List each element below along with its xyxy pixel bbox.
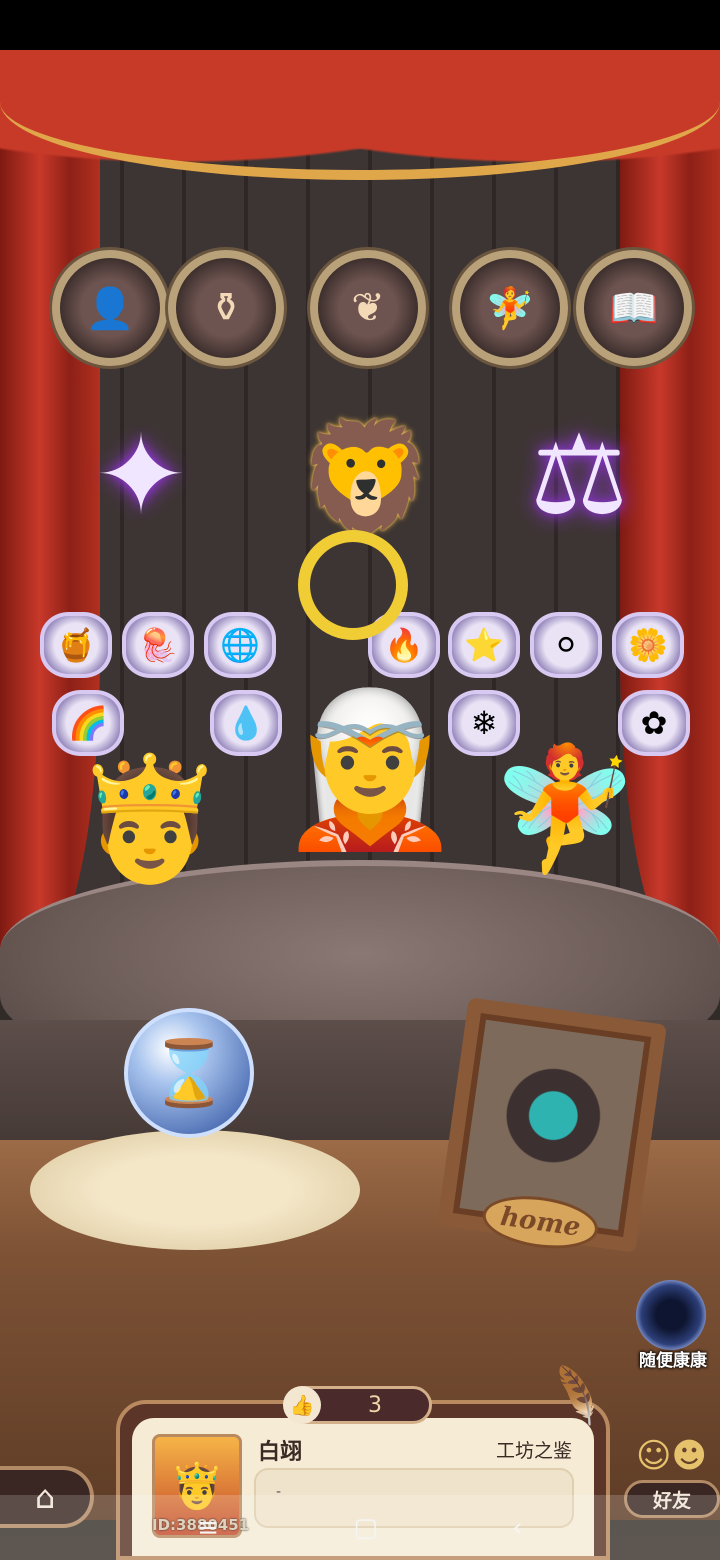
medallion-book-icon[interactable]: 📖 xyxy=(576,250,692,366)
medallion-silhouette-icon[interactable]: 👤 xyxy=(52,250,168,366)
friends-icon: ☺☻ xyxy=(636,1436,707,1476)
pillow xyxy=(30,1130,360,1250)
portal-label[interactable]: 随便康康 xyxy=(626,1346,720,1371)
home-nav-icon[interactable]: ▢ xyxy=(353,1513,378,1543)
menu-nav-icon[interactable]: ≡ xyxy=(197,1513,219,1543)
yellow-flower-icon[interactable]: 🌼 xyxy=(612,612,684,678)
medallion-cauldron-icon[interactable]: ⚱ xyxy=(168,250,284,366)
silver-haired-doll-character[interactable]: 🧝 xyxy=(270,620,470,920)
hourglass-icon: ⌛ xyxy=(149,1036,229,1111)
home-picture-frame[interactable]: home xyxy=(436,997,668,1256)
system-navbar: ≡ ▢ ‹ xyxy=(0,1495,720,1560)
blue-haired-fairy-character[interactable]: 🧚 xyxy=(490,690,640,930)
planet-icon[interactable]: 🌐 xyxy=(204,612,276,678)
card-title: 工坊之鉴 xyxy=(495,1440,572,1462)
hourglass-orb-button[interactable]: ⌛ xyxy=(124,1008,254,1138)
medallion-ornament-icon[interactable]: ❦ xyxy=(310,250,426,366)
lantern-scales-icon[interactable]: ⚖ xyxy=(484,380,674,570)
honeycomb-icon[interactable]: 🍯 xyxy=(40,612,112,678)
compass-star-icon[interactable]: ✦ xyxy=(46,380,236,570)
jellyfish-icon[interactable]: 🪼 xyxy=(122,612,194,678)
portal-icon[interactable] xyxy=(636,1280,706,1350)
pearl-icon[interactable]: ⚪ xyxy=(530,612,602,678)
player-name: 白翊 xyxy=(258,1440,303,1465)
thumb-up-icon[interactable]: 👍 xyxy=(283,1386,321,1424)
medallion-fairy-icon[interactable]: 🧚 xyxy=(452,250,568,366)
likes-counter: 👍 3 xyxy=(283,1386,432,1424)
status-bar xyxy=(0,0,720,50)
likes-count: 3 xyxy=(368,1392,382,1418)
hero-on-throne-character[interactable]: 🤴 xyxy=(60,690,240,950)
back-nav-icon[interactable]: ‹ xyxy=(512,1513,522,1543)
